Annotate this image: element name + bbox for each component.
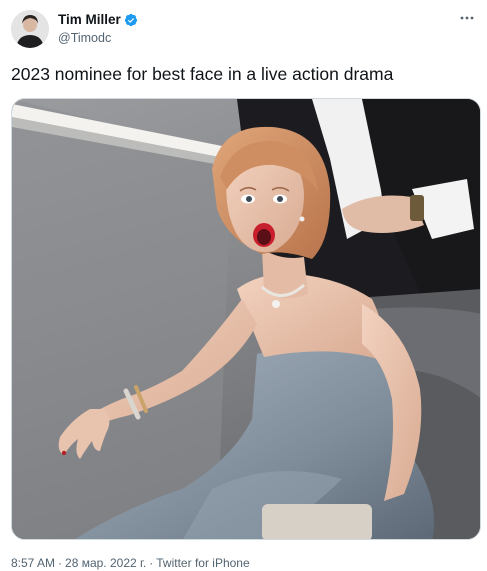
- avatar[interactable]: [11, 10, 49, 48]
- author-display-name[interactable]: Tim Miller: [58, 12, 121, 28]
- tweet-card: Tim Miller @Timodc 2023 nominee for best…: [0, 0, 487, 571]
- avatar-photo: [11, 10, 49, 48]
- author-handle[interactable]: @Timodc: [58, 30, 111, 46]
- author-name-row: Tim Miller: [58, 12, 138, 28]
- tweet-photo[interactable]: [11, 98, 481, 540]
- tweet-meta: 8:57 AM · 28 мар. 2022 г. · Twitter for iPho…: [11, 556, 250, 570]
- meta-separator: ·: [58, 556, 63, 570]
- tweet-source[interactable]: Twitter for iPhone: [156, 556, 249, 570]
- tweet-date[interactable]: 28 мар. 2022 г.: [65, 556, 146, 570]
- tweet-text: 2023 nominee for best face in a live act…: [11, 64, 394, 84]
- tweet-time[interactable]: 8:57 AM: [11, 556, 55, 570]
- more-options-icon[interactable]: [455, 8, 479, 28]
- photo-illustration: [12, 99, 480, 539]
- verified-badge-icon: [124, 13, 138, 27]
- meta-separator: ·: [149, 556, 154, 570]
